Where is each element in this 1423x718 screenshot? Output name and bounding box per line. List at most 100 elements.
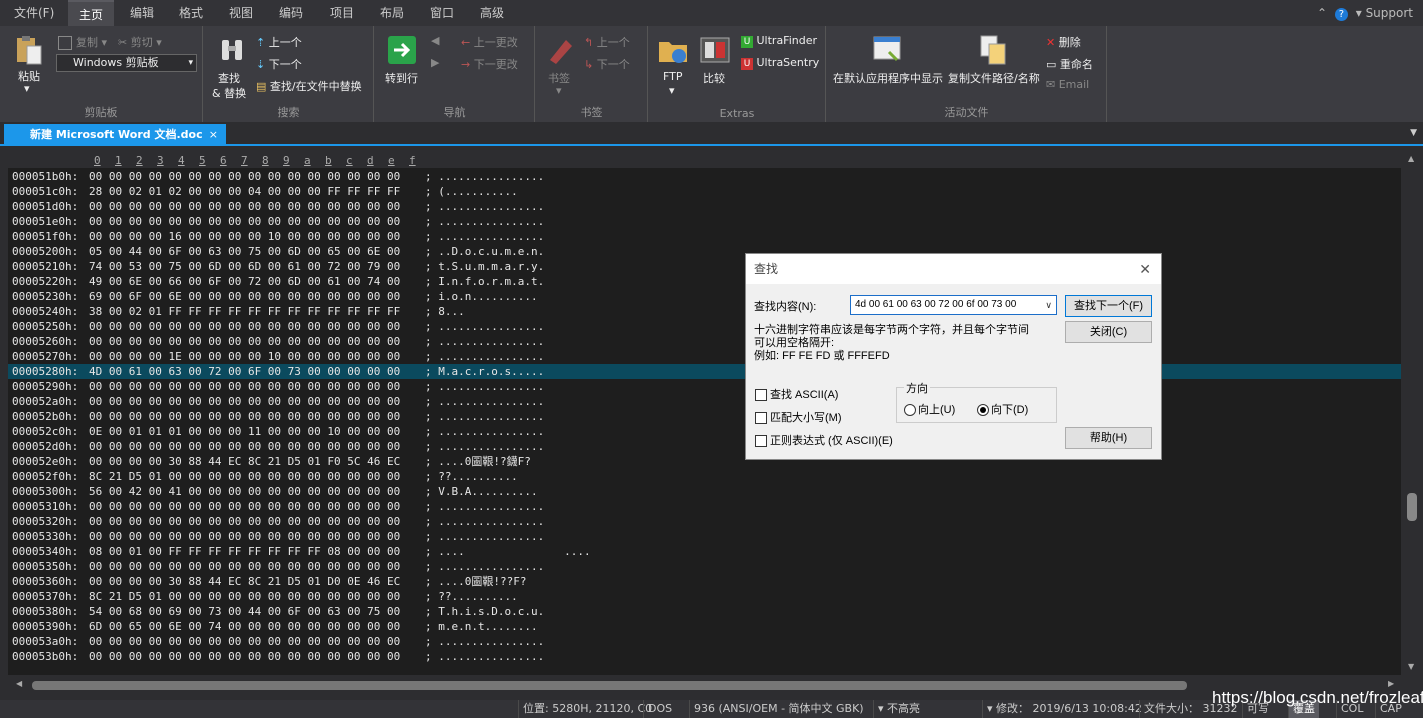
hex-row[interactable]: 00005380h: 54 00 68 00 69 00 73 00 44 00 … xyxy=(8,604,1401,619)
hex-row-ascii[interactable]: ; ................ xyxy=(425,334,544,349)
hex-row-ascii[interactable]: ; ....0圖鞎!??F? xyxy=(425,574,526,589)
hex-row-ascii[interactable]: ; ................ xyxy=(425,649,544,664)
hex-row-bytes[interactable]: 00 00 00 00 00 00 00 00 00 00 00 00 00 0… xyxy=(89,439,400,454)
regex-checkbox[interactable]: 正则表达式 (仅 ASCII)(E) xyxy=(755,432,893,448)
find-next-button[interactable]: 查找下一个(F) xyxy=(1065,295,1152,317)
hex-row-ascii[interactable]: ; ................ xyxy=(425,559,544,574)
vertical-scrollbar[interactable]: ▲ ▼ xyxy=(1402,148,1423,675)
menu-home[interactable]: 主页 xyxy=(68,0,114,26)
hex-row-bytes[interactable]: 00 00 00 00 00 00 00 00 00 00 00 00 00 0… xyxy=(89,379,400,394)
hex-row[interactable]: 00005290h: 00 00 00 00 00 00 00 00 00 00 … xyxy=(8,379,1401,394)
hex-row-bytes[interactable]: 00 00 00 00 00 00 00 00 00 00 00 00 00 0… xyxy=(89,319,400,334)
hex-row-bytes[interactable]: 00 00 00 00 00 00 00 00 00 00 00 00 00 0… xyxy=(89,649,400,664)
ultrafinder-button[interactable]: U UltraFinder xyxy=(741,34,817,48)
scroll-down-icon[interactable]: ▼ xyxy=(1408,662,1414,671)
status-line-ending[interactable]: DOS xyxy=(643,700,676,718)
hex-row-ascii[interactable]: ; 8... xyxy=(425,304,465,319)
hex-editor[interactable]: 000051b0h: 00 00 00 00 00 00 00 00 00 00 … xyxy=(8,168,1401,675)
menu-view[interactable]: 视图 xyxy=(223,0,259,26)
close-button[interactable]: 关闭(C) xyxy=(1065,321,1152,343)
hex-row-bytes[interactable]: 8C 21 D5 01 00 00 00 00 00 00 00 00 00 0… xyxy=(89,589,400,604)
hex-row-bytes[interactable]: 00 00 00 00 00 00 00 00 00 00 00 00 00 0… xyxy=(89,169,400,184)
find-input[interactable]: 4d 00 61 00 63 00 72 00 6f 00 73 00 ∨ xyxy=(850,295,1057,315)
hex-row-bytes[interactable]: 00 00 00 00 1E 00 00 00 00 10 00 00 00 0… xyxy=(89,349,400,364)
help-icon[interactable]: ? xyxy=(1334,8,1348,21)
hex-row-bytes[interactable]: 49 00 6E 00 66 00 6F 00 72 00 6D 00 61 0… xyxy=(89,274,400,289)
hex-row-ascii[interactable]: ; (........... xyxy=(425,184,518,199)
hex-row[interactable]: 00005320h: 00 00 00 00 00 00 00 00 00 00 … xyxy=(8,514,1401,529)
hex-row[interactable]: 00005220h: 49 00 6E 00 66 00 6F 00 72 00 … xyxy=(8,274,1401,289)
hex-row[interactable]: 00005370h: 8C 21 D5 01 00 00 00 00 00 00 … xyxy=(8,589,1401,604)
hex-row-ascii[interactable]: ; ................ xyxy=(425,439,544,454)
hex-row[interactable]: 000052e0h: 00 00 00 00 30 88 44 EC 8C 21 … xyxy=(8,454,1401,469)
hex-row[interactable]: 000051e0h: 00 00 00 00 00 00 00 00 00 00 … xyxy=(8,214,1401,229)
copy-button[interactable]: 复制 ▾ xyxy=(58,34,107,50)
copy-path-icon[interactable] xyxy=(977,34,1009,66)
hex-row-ascii[interactable]: ; t.S.u.m.m.a.r.y. xyxy=(425,259,544,274)
ftp-button[interactable]: FTP xyxy=(663,70,683,83)
scroll-up-icon[interactable]: ▲ xyxy=(1408,154,1414,163)
hex-row[interactable]: 00005250h: 00 00 00 00 00 00 00 00 00 00 … xyxy=(8,319,1401,334)
hex-row-ascii[interactable]: ; ................ xyxy=(425,214,544,229)
hex-row[interactable]: 000052f0h: 8C 21 D5 01 00 00 00 00 00 00 … xyxy=(8,469,1401,484)
horizontal-scrollbar[interactable]: ◀ ▶ xyxy=(8,676,1401,694)
copy-path-button[interactable]: 复制文件路径/名称 xyxy=(948,70,1040,86)
open-default-app-icon[interactable] xyxy=(871,34,903,66)
hex-row-bytes[interactable]: 00 00 00 00 00 00 00 00 00 00 00 00 00 0… xyxy=(89,409,400,424)
goto-line-icon[interactable] xyxy=(386,34,418,66)
hex-row-ascii[interactable]: ; ................ xyxy=(425,424,544,439)
binoculars-icon[interactable] xyxy=(216,34,248,66)
hex-row-selected[interactable]: 00005280h: 4D 00 61 00 63 00 72 00 6F 00 … xyxy=(8,364,1401,379)
hex-row-bytes[interactable]: 00 00 00 00 00 00 00 00 00 00 00 00 00 0… xyxy=(89,334,400,349)
hex-row-ascii[interactable]: ; ................ xyxy=(425,379,544,394)
menu-advanced[interactable]: 高级 xyxy=(474,0,510,26)
hex-row-ascii[interactable]: ; ....0圖鞎!?鑖F? xyxy=(425,454,531,469)
bookmark-icon[interactable] xyxy=(546,34,578,66)
menu-edit[interactable]: 编辑 xyxy=(124,0,160,26)
rename-button[interactable]: ▭ 重命名 xyxy=(1046,56,1093,72)
hex-row-bytes[interactable]: 00 00 00 00 30 88 44 EC 8C 21 D5 01 F0 5… xyxy=(89,454,400,469)
hex-row-ascii[interactable]: ; ................ xyxy=(425,169,544,184)
hex-row-bytes[interactable]: 00 00 00 00 00 00 00 00 00 00 00 00 00 0… xyxy=(89,199,400,214)
direction-up-radio[interactable]: 向上(U) xyxy=(904,401,955,417)
document-tab[interactable]: 新建 Microsoft Word 文档.doc × xyxy=(4,124,226,146)
bookmark-dropdown-icon[interactable]: ▾ xyxy=(556,84,562,97)
find-down-button[interactable]: ⇣ 下一个 xyxy=(256,56,302,72)
hex-row[interactable]: 000053b0h: 00 00 00 00 00 00 00 00 00 00 … xyxy=(8,649,1401,664)
compare-button[interactable]: 比较 xyxy=(703,70,725,86)
hex-row[interactable]: 00005240h: 38 00 02 01 FF FF FF FF FF FF … xyxy=(8,304,1401,319)
hex-row-bytes[interactable]: 28 00 02 01 02 00 00 00 04 00 00 00 FF F… xyxy=(89,184,400,199)
hex-row-bytes[interactable]: 00 00 00 00 00 00 00 00 00 00 00 00 00 0… xyxy=(89,559,400,574)
find-button[interactable]: 查找 xyxy=(218,70,240,86)
hex-row-ascii[interactable]: ; ................ xyxy=(425,529,544,544)
hex-row-bytes[interactable]: 00 00 00 00 00 00 00 00 00 00 00 00 00 0… xyxy=(89,214,400,229)
hex-row-ascii[interactable]: ; ................ xyxy=(425,499,544,514)
menu-layout[interactable]: 布局 xyxy=(374,0,410,26)
hex-row-ascii[interactable]: ; ................ xyxy=(425,319,544,334)
hex-row[interactable]: 00005360h: 00 00 00 00 30 88 44 EC 8C 21 … xyxy=(8,574,1401,589)
nav-forward-icon[interactable]: ▶ xyxy=(431,56,439,69)
hex-row[interactable]: 000052a0h: 00 00 00 00 00 00 00 00 00 00 … xyxy=(8,394,1401,409)
match-case-checkbox[interactable]: 匹配大小写(M) xyxy=(755,409,842,425)
hex-row[interactable]: 00005330h: 00 00 00 00 00 00 00 00 00 00 … xyxy=(8,529,1401,544)
compare-icon[interactable] xyxy=(699,34,731,66)
clipboard-select[interactable]: Windows 剪贴板 ▾ xyxy=(56,54,197,72)
hex-row-ascii[interactable]: ; ................ xyxy=(425,514,544,529)
hex-row-ascii[interactable]: ; i.o.n.......... xyxy=(425,289,538,304)
find-in-files-button[interactable]: ▤ 查找/在文件中替换 xyxy=(256,78,362,94)
hex-row[interactable]: 00005210h: 74 00 53 00 75 00 6D 00 6D 00 … xyxy=(8,259,1401,274)
hex-row-bytes[interactable]: 38 00 02 01 FF FF FF FF FF FF FF FF FF F… xyxy=(89,304,400,319)
close-tab-icon[interactable]: × xyxy=(209,124,218,146)
hex-row[interactable]: 00005260h: 00 00 00 00 00 00 00 00 00 00 … xyxy=(8,334,1401,349)
hex-row[interactable]: 000051c0h: 28 00 02 01 02 00 00 00 04 00 … xyxy=(8,184,1401,199)
hex-row[interactable]: 00005300h: 56 00 42 00 41 00 00 00 00 00 … xyxy=(8,484,1401,499)
menu-file[interactable]: 文件(F) xyxy=(8,0,60,26)
hex-row[interactable]: 000052b0h: 00 00 00 00 00 00 00 00 00 00 … xyxy=(8,409,1401,424)
direction-down-radio[interactable]: 向下(D) xyxy=(977,401,1028,417)
find-ascii-checkbox[interactable]: 查找 ASCII(A) xyxy=(755,386,838,402)
hex-row-ascii[interactable]: ; ??.......... xyxy=(425,469,518,484)
help-button[interactable]: 帮助(H) xyxy=(1065,427,1152,449)
hex-row[interactable]: 000051f0h: 00 00 00 00 16 00 00 00 00 10 … xyxy=(8,229,1401,244)
nav-back-icon[interactable]: ◀ xyxy=(431,34,439,47)
hex-row-bytes[interactable]: 00 00 00 00 00 00 00 00 00 00 00 00 00 0… xyxy=(89,634,400,649)
